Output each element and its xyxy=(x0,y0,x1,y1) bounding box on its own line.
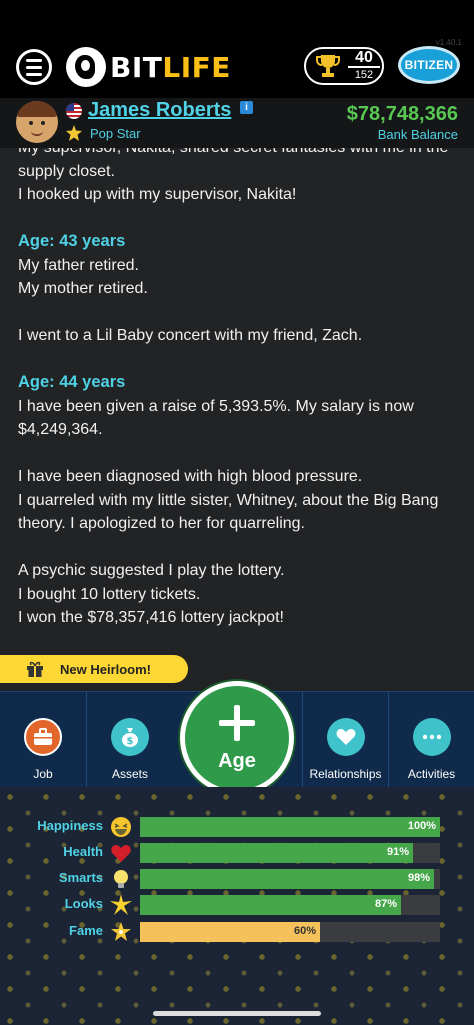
nav-assets[interactable]: $ Assets xyxy=(87,692,173,788)
log-entry: My supervisor, Nakita, shared secret fan… xyxy=(18,148,448,180)
top-bar: BITLIFE v1.40.1 40 152 BITIZEN xyxy=(0,0,474,98)
log-entry: I bought 10 lottery tickets. xyxy=(18,585,201,603)
log-entry: My father retired. xyxy=(18,256,139,274)
log-spacer xyxy=(18,442,458,466)
stat-percent: 100% xyxy=(407,820,436,832)
stat-label: Fame xyxy=(69,923,103,938)
nav-activities-label: Activities xyxy=(407,767,456,781)
stat-bar-fill xyxy=(140,843,413,863)
log-entry: I have been given a raise of 5,393.5%. M… xyxy=(18,397,414,439)
heart-icon xyxy=(326,718,365,756)
nav-job-label: Job xyxy=(33,767,53,781)
lightbulb-icon xyxy=(110,868,132,890)
stat-label: Happiness xyxy=(37,818,103,833)
heirloom-label: New Heirloom! xyxy=(60,661,152,677)
stat-label: Smarts xyxy=(58,870,103,885)
occupation-label: Pop Star xyxy=(90,126,141,141)
log-entry: I quarreled with my little sister, Whitn… xyxy=(18,491,439,533)
achievements-total: 152 xyxy=(354,69,374,81)
version-label: v1.40.1 xyxy=(435,38,462,47)
bitlife-logo: BITLIFE xyxy=(66,46,231,88)
us-flag-icon xyxy=(66,103,82,119)
stat-label: Looks xyxy=(64,896,103,911)
stat-bar: 98% xyxy=(140,869,440,889)
nav-relationships[interactable]: Relationships xyxy=(303,692,388,788)
menu-button[interactable] xyxy=(16,49,52,85)
stat-bar: 60% xyxy=(140,922,440,942)
gift-icon xyxy=(27,661,43,677)
trophy-icon xyxy=(316,53,340,79)
stat-row-smarts: Smarts 98% xyxy=(0,868,474,890)
briefcase-icon xyxy=(24,718,62,756)
plus-icon xyxy=(217,703,257,748)
log-entry: I have been diagnosed with high blood pr… xyxy=(18,468,363,485)
stat-bar: 100% xyxy=(140,817,440,837)
stat-row-looks: Looks 87% xyxy=(0,894,474,916)
log-entry: I hooked up with my supervisor, Nakita! xyxy=(18,186,297,203)
stat-percent: 91% xyxy=(386,846,409,858)
log-spacer xyxy=(18,348,458,372)
nav-activities[interactable]: Activities xyxy=(389,692,474,788)
stat-row-fame: Fame 60% xyxy=(0,921,474,943)
stat-bar: 87% xyxy=(140,895,440,915)
achievements-earned: 40 xyxy=(348,50,380,68)
stat-bar-fill xyxy=(140,869,434,889)
stat-percent: 87% xyxy=(374,898,397,910)
achievements-button[interactable]: 40 152 xyxy=(304,47,384,85)
svg-text:$: $ xyxy=(127,736,134,747)
bank-balance-label: Bank Balance xyxy=(377,127,458,142)
log-entry: I went to a Lil Baby concert with my fri… xyxy=(18,327,363,344)
logo-text: BITLIFE xyxy=(110,50,231,84)
stat-bar: 91% xyxy=(140,843,440,863)
bitizen-badge[interactable]: BITIZEN xyxy=(398,46,460,84)
new-heirloom-button[interactable]: New Heirloom! xyxy=(0,655,188,683)
log-spacer xyxy=(18,207,458,231)
sparkle-icon xyxy=(110,894,132,916)
age-button[interactable]: Age xyxy=(180,681,294,795)
more-dots-icon xyxy=(412,718,451,756)
nav-assets-label: Assets xyxy=(111,767,148,781)
menu-line xyxy=(26,65,42,69)
stats-panel: Happiness 100% Health 91% Smarts 98% Looks 87% F… xyxy=(0,787,474,1025)
log-entry: My mother retired. xyxy=(18,280,148,297)
nav-relationships-label: Relationships xyxy=(309,767,382,781)
stat-row-health: Health 91% xyxy=(0,842,474,864)
heart-icon xyxy=(110,842,132,864)
money-bag-icon: $ xyxy=(111,718,149,756)
log-entry: I won the $78,357,416 lottery jackpot! xyxy=(18,609,284,626)
pop-star-icon xyxy=(66,125,82,141)
stat-label: Health xyxy=(63,844,103,859)
nav-job[interactable]: Job xyxy=(0,692,86,788)
event-log-content: My supervisor, Nakita, shared secret fan… xyxy=(18,148,458,630)
log-spacer xyxy=(18,301,458,325)
menu-line xyxy=(26,58,42,62)
event-log[interactable]: My supervisor, Nakita, shared secret fan… xyxy=(0,148,474,691)
character-name[interactable]: James Roberts xyxy=(88,99,231,122)
stat-row-happiness: Happiness 100% xyxy=(0,816,474,838)
menu-line xyxy=(26,72,42,76)
stat-bar-fill xyxy=(140,895,401,915)
log-age-heading: Age: 43 years xyxy=(18,232,126,250)
age-button-label: Age xyxy=(218,750,256,772)
bitizen-label: BITIZEN xyxy=(404,58,454,72)
log-age-heading: Age: 44 years xyxy=(18,373,126,391)
stat-percent: 60% xyxy=(293,925,316,937)
stat-bar-fill xyxy=(140,817,440,837)
home-indicator[interactable] xyxy=(153,1011,321,1016)
fame-star-icon xyxy=(110,921,132,943)
avatar[interactable] xyxy=(16,101,58,143)
stat-percent: 98% xyxy=(407,872,430,884)
bank-balance: $78,748,366 xyxy=(346,103,458,125)
log-entry: A psychic suggested I play the lottery. xyxy=(18,562,285,579)
log-spacer xyxy=(18,536,458,560)
grinning-face-icon xyxy=(110,816,132,838)
character-profile[interactable]: James Roberts i Pop Star $78,748,366 Ban… xyxy=(0,98,474,148)
info-icon[interactable]: i xyxy=(240,101,253,114)
sperm-logo-icon xyxy=(66,47,106,87)
